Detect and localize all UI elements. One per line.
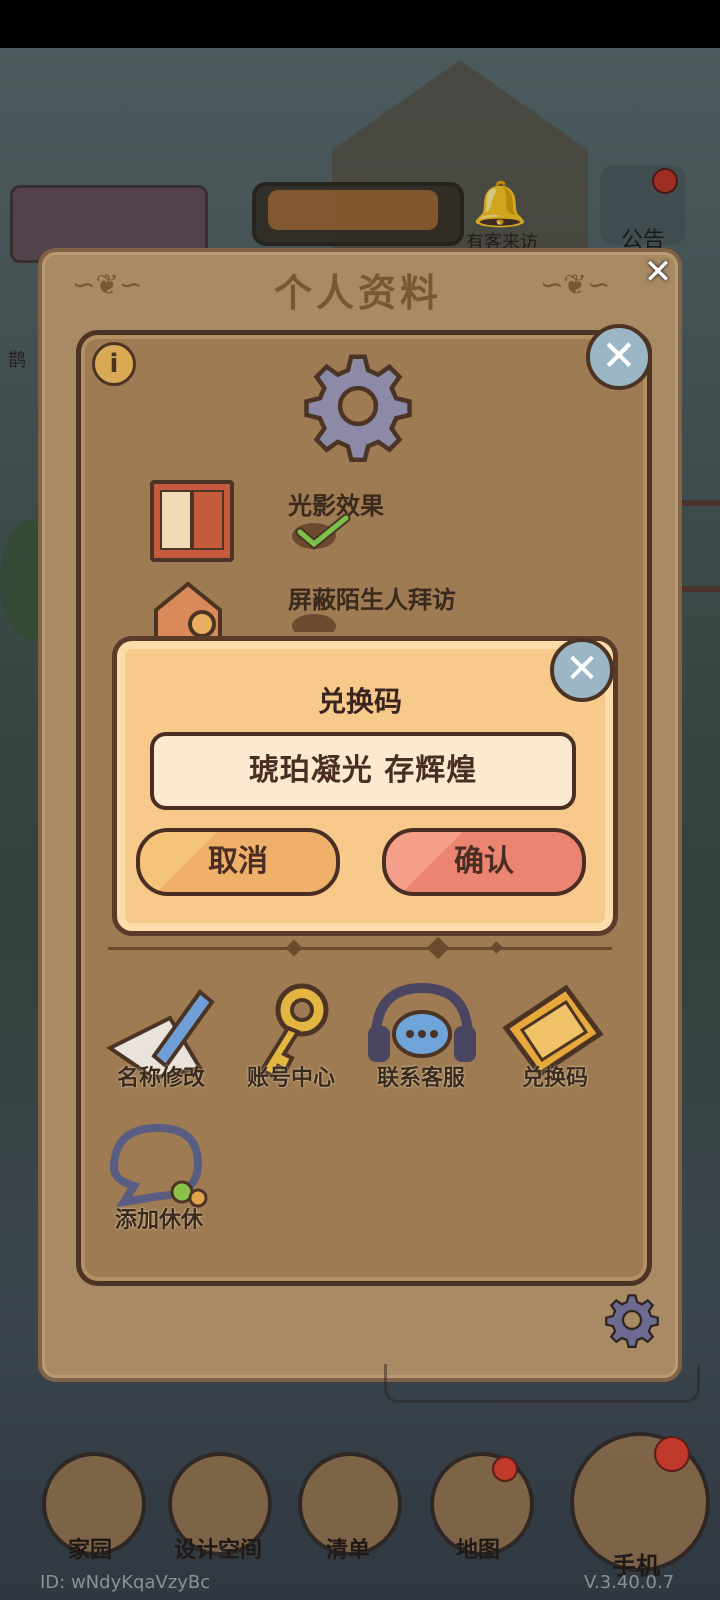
action-label-add-friend: 添加休休: [114, 1208, 203, 1233]
action-label-support: 联系客服: [376, 1066, 465, 1091]
nav-design-label: 设计空间: [173, 1538, 262, 1563]
map-badge: [492, 1456, 518, 1482]
house-block-icon: [154, 581, 222, 640]
checkbox-lighting[interactable]: [290, 514, 352, 550]
divider: [108, 947, 612, 950]
gear-icon: [304, 354, 412, 462]
action-label-redeem: 兑换码: [521, 1066, 588, 1091]
redeem-title: 兑换码: [317, 685, 402, 718]
profile-title: 个人资料: [273, 271, 442, 315]
checkbox-block-visitors[interactable]: [290, 606, 352, 632]
close-profile-button[interactable]: ✕: [640, 254, 676, 290]
redeem-code-input[interactable]: 琥珀凝光 存辉煌: [150, 732, 576, 810]
version-label: V.3.40.0.7: [584, 1572, 675, 1593]
close-redeem-button[interactable]: ✕: [550, 638, 614, 702]
action-label-rename: 名称修改: [116, 1066, 205, 1091]
settings-gear-icon[interactable]: [604, 1292, 660, 1348]
switch-half: [192, 490, 224, 550]
user-id: ID: wNdyKqaVzyBc: [40, 1572, 211, 1593]
cancel-button[interactable]: 取消: [136, 828, 340, 896]
switch-half: [160, 490, 192, 550]
nav-home-label: 家园: [67, 1538, 112, 1563]
nav-map-label: 地图: [455, 1538, 500, 1563]
speech-bubble-edge: [384, 1364, 700, 1403]
light-switch-icon: [150, 480, 234, 562]
confirm-button[interactable]: 确认: [382, 828, 586, 896]
phone-badge: [654, 1436, 690, 1472]
info-icon[interactable]: i: [92, 342, 136, 386]
nav-list-label: 清单: [325, 1538, 370, 1563]
action-label-account: 账号中心: [246, 1066, 335, 1091]
status-bar: [0, 0, 720, 48]
close-settings-button[interactable]: ✕: [586, 324, 652, 390]
